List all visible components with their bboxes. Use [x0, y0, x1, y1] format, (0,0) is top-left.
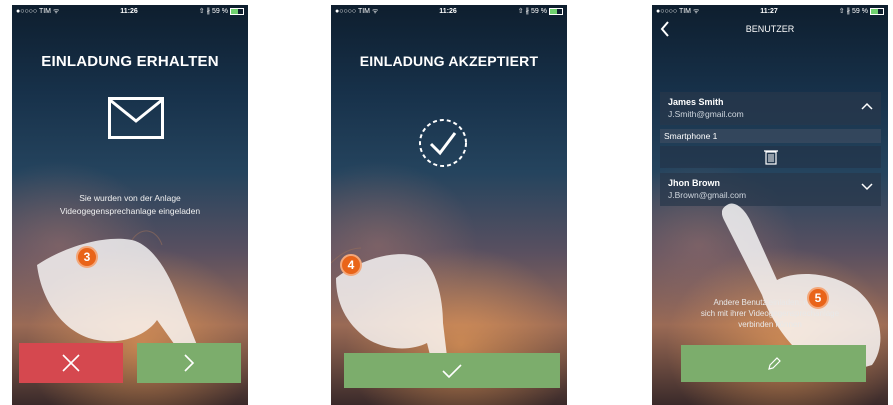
- envelope-icon: [108, 97, 164, 139]
- confirm-button[interactable]: [344, 353, 560, 388]
- info-line: Andere Benutz einladen, mit sie: [713, 298, 827, 307]
- screen-title: EINLADUNG ERHALTEN: [41, 53, 219, 70]
- close-icon: [62, 354, 80, 372]
- phone-screen-invitation-received: ●○○○○ TIM ᯤ 11:26 ⇧ ∦ 59 % EINLADUNG ERH…: [12, 5, 248, 405]
- user-email: J.Smith@gmail.com: [668, 109, 744, 119]
- nav-bar: BENUTZER: [652, 17, 888, 41]
- trash-icon[interactable]: [763, 149, 778, 165]
- device-row: Smartphone 1: [660, 129, 881, 143]
- clock-label: 11:26: [120, 7, 138, 15]
- carrier-label: ●○○○○ TIM ᯤ: [656, 7, 700, 15]
- check-icon: [442, 363, 462, 378]
- user-row[interactable]: James Smith J.Smith@gmail.com: [660, 92, 881, 125]
- page-title: BENUTZER: [745, 24, 795, 34]
- step-badge: 3: [76, 246, 98, 268]
- pencil-icon: [767, 356, 781, 370]
- status-bar: ●○○○○ TIM ᯤ 11:26 ⇧ ∦ 59 %: [331, 5, 567, 17]
- chevron-up-icon[interactable]: [861, 102, 873, 110]
- battery-icon: [869, 7, 884, 15]
- message-line: Sie wurden von der Anlage: [79, 193, 181, 203]
- info-line: sich mit ihrer Videogegensprechanlage: [700, 309, 840, 318]
- clock-label: 11:27: [760, 7, 778, 15]
- user-name: Jhon Brown: [668, 178, 720, 188]
- decline-button[interactable]: [19, 343, 123, 383]
- accept-button[interactable]: [137, 343, 241, 383]
- battery-indicator: ⇧ ∦ 59 %: [839, 7, 884, 15]
- invite-info-text: Andere Benutz einladen, mit sie sich mit…: [672, 297, 868, 330]
- chevron-down-icon[interactable]: [861, 183, 873, 191]
- step-badge: 5: [807, 287, 829, 309]
- screen-title: EINLADUNG AKZEPTIERT: [359, 53, 539, 69]
- edit-invite-button[interactable]: [681, 345, 866, 382]
- user-name: James Smith: [668, 97, 724, 107]
- chevron-right-icon: [184, 354, 195, 372]
- user-email: J.Brown@gmail.com: [668, 190, 747, 200]
- info-line: verbinden können: [738, 320, 802, 329]
- battery-icon: [548, 7, 563, 15]
- clock-label: 11:26: [439, 7, 457, 15]
- status-bar: ●○○○○ TIM ᯤ 11:26 ⇧ ∦ 59 %: [12, 5, 248, 17]
- step-badge: 4: [340, 254, 362, 276]
- chevron-left-icon[interactable]: [660, 21, 670, 37]
- battery-indicator: ⇧ ∦ 59 %: [518, 7, 563, 15]
- phone-screen-users: ●○○○○ TIM ᯤ 11:27 ⇧ ∦ 59 % BENUTZER Jame…: [652, 5, 888, 405]
- check-circle-icon: [419, 119, 467, 167]
- status-bar: ●○○○○ TIM ᯤ 11:27 ⇧ ∦ 59 %: [652, 5, 888, 17]
- carrier-label: ●○○○○ TIM ᯤ: [16, 7, 60, 15]
- phone-screen-invitation-accepted: ●○○○○ TIM ᯤ 11:26 ⇧ ∦ 59 % EINLADUNG AKZ…: [331, 5, 567, 405]
- carrier-label: ●○○○○ TIM ᯤ: [335, 7, 379, 15]
- battery-indicator: ⇧ ∦ 59 %: [199, 7, 244, 15]
- delete-device-row[interactable]: [660, 146, 881, 168]
- battery-icon: [229, 7, 244, 15]
